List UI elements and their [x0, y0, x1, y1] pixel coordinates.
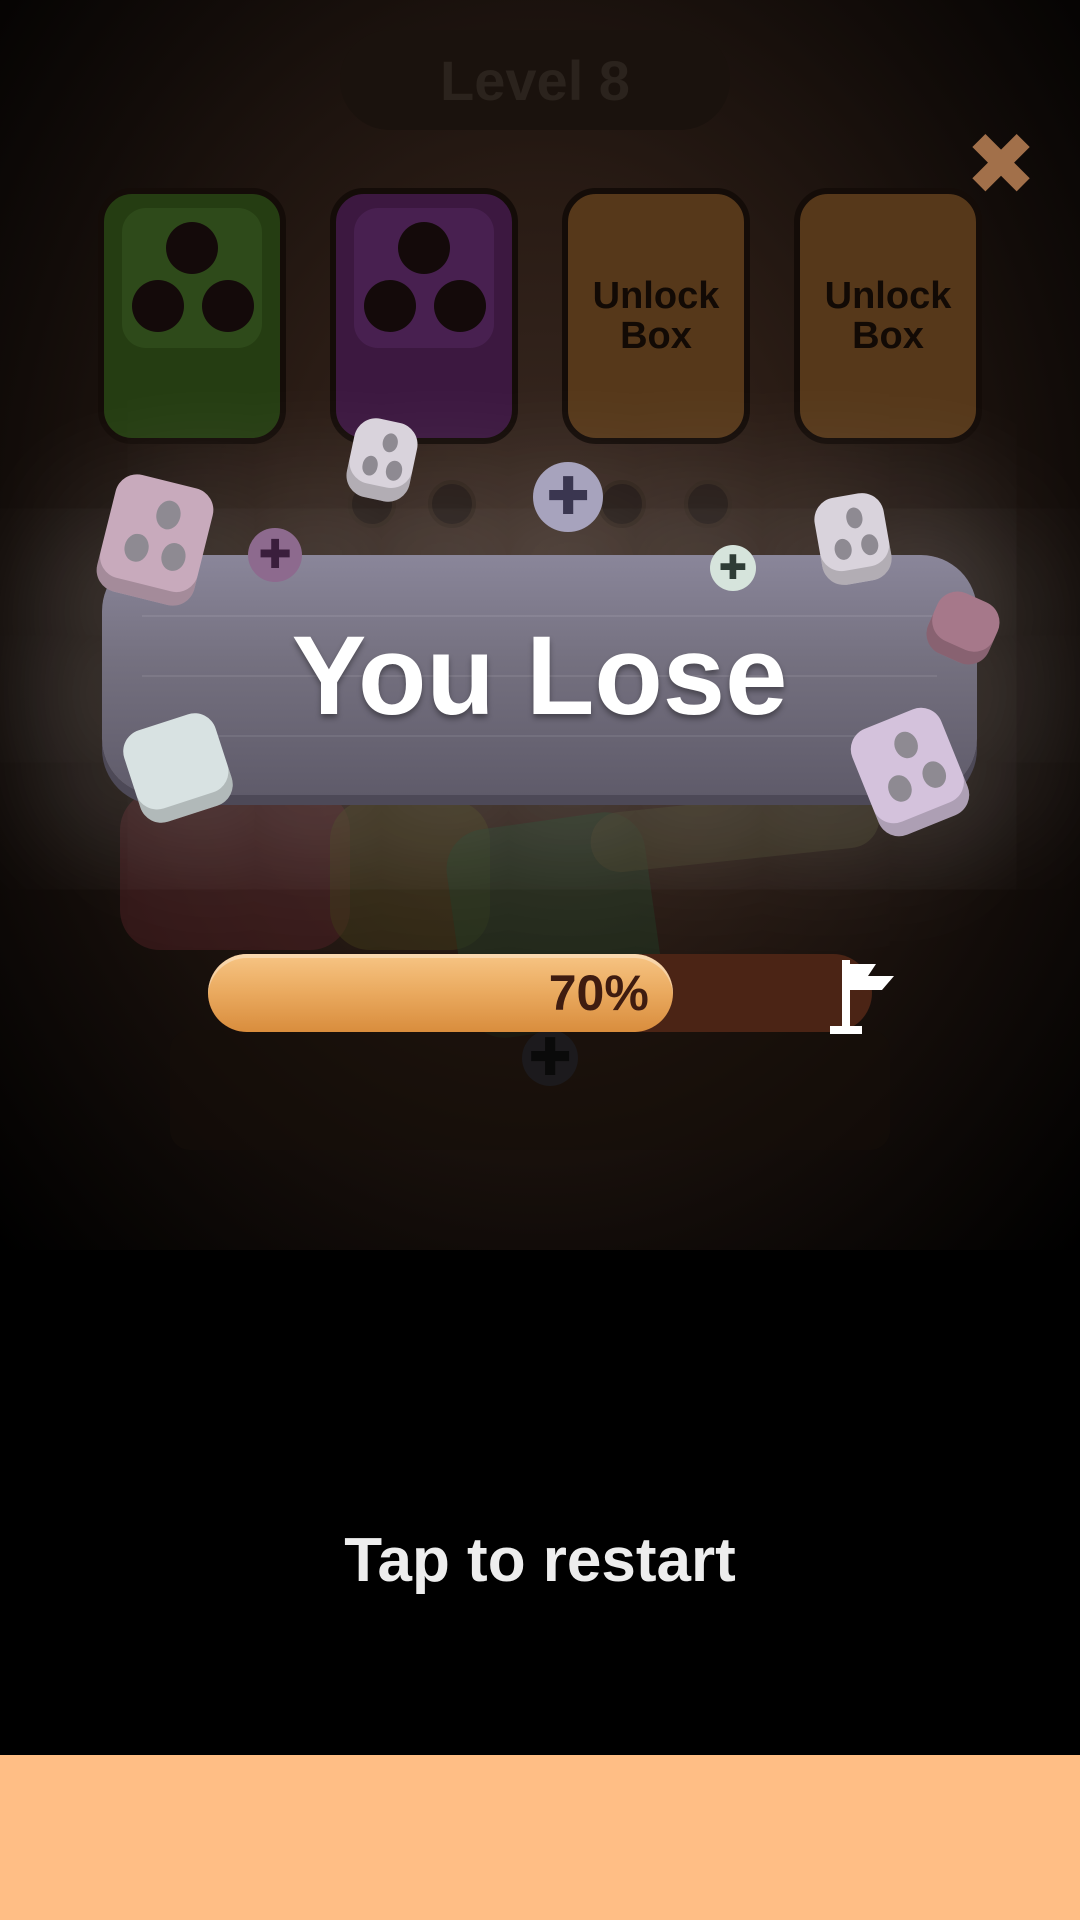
color-box-purple	[330, 188, 518, 444]
unlock-box-label: Unlock Box	[592, 275, 720, 357]
progress-fill: 70%	[208, 954, 673, 1032]
game-screen[interactable]: Level 8 Unlock Box Unlock Box ✚ ✖ You Lo…	[0, 0, 1080, 1920]
box-hole	[166, 222, 218, 274]
lose-title: You Lose	[291, 612, 788, 738]
box-hole	[364, 280, 416, 332]
screw-piece: ✚	[533, 462, 603, 532]
flag-icon	[830, 960, 894, 1034]
dice-pip	[121, 530, 152, 565]
dice-pip	[918, 757, 950, 792]
screw-piece: ✚	[710, 545, 756, 591]
dice-pip	[844, 506, 865, 531]
dice-pip	[360, 454, 380, 477]
dice-pip	[833, 537, 854, 562]
progress-label: 70%	[548, 965, 649, 1021]
tap-to-restart[interactable]: Tap to restart	[0, 1525, 1080, 1596]
box-hole	[434, 280, 486, 332]
screw-piece: ✚	[248, 528, 302, 582]
dice-pip	[384, 459, 404, 482]
unlock-box-2[interactable]: Unlock Box	[794, 188, 982, 444]
close-icon[interactable]: ✖	[965, 122, 1037, 208]
dice-pip	[859, 533, 880, 557]
box-hole	[202, 280, 254, 332]
color-box-green	[98, 188, 286, 444]
dice-pip	[890, 728, 923, 763]
dice-pip	[153, 498, 184, 532]
screw-slot	[598, 480, 646, 528]
board-screw: ✚	[522, 1029, 578, 1087]
dice-pip	[158, 540, 189, 574]
level-label: Level 8	[440, 48, 630, 112]
box-hole	[132, 280, 184, 332]
ad-banner[interactable]	[0, 1755, 1080, 1920]
box-inner-tile	[122, 208, 262, 348]
dice-pip	[884, 771, 916, 806]
plank-yellow	[587, 785, 883, 875]
dice-pip	[380, 431, 400, 454]
unlock-box-1[interactable]: Unlock Box	[562, 188, 750, 444]
box-hole	[398, 222, 450, 274]
unlock-box-label: Unlock Box	[824, 275, 952, 357]
box-inner-tile	[354, 208, 494, 348]
level-indicator: Level 8	[340, 30, 730, 130]
screw-slot	[428, 480, 476, 528]
screw-slot	[684, 480, 732, 528]
progress-bar: 70%	[208, 954, 872, 1032]
